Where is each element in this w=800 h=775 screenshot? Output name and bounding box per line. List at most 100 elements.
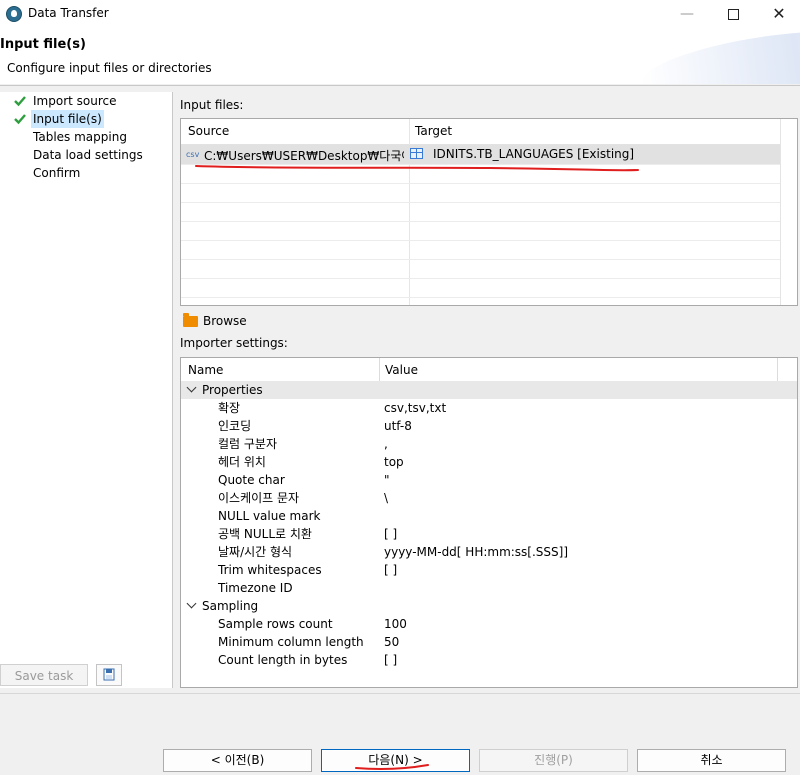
property-value[interactable]: [ ] [384, 651, 397, 669]
group-row-sampling[interactable]: Sampling [181, 597, 797, 615]
table-row [181, 240, 781, 260]
property-name: 이스케이프 문자 [218, 491, 300, 505]
app-icon [6, 6, 22, 22]
property-value[interactable]: [ ] [384, 525, 397, 543]
back-button[interactable]: < 이전(B) [163, 749, 312, 772]
importer-settings-label: Importer settings: [180, 336, 288, 350]
nav-item-label: Confirm [33, 166, 81, 180]
next-button[interactable]: 다음(N) > [321, 749, 470, 772]
property-row[interactable]: 헤더 위치 top [181, 453, 797, 471]
property-row[interactable]: 이스케이프 문자 \ [181, 489, 797, 507]
source-cell: C:₩Users₩USER₩Desktop₩다국어... [204, 149, 404, 163]
property-name: Trim whitespaces [218, 563, 322, 577]
property-name: Sample rows count [218, 617, 333, 631]
property-name: 컬럼 구분자 [218, 437, 278, 451]
title-bar: Data Transfer — ✕ [0, 0, 800, 28]
header-decoration [637, 28, 800, 84]
chevron-down-icon[interactable] [186, 598, 197, 609]
property-row[interactable]: Minimum column length 50 [181, 633, 797, 651]
save-task-icon-button[interactable] [96, 664, 122, 686]
nav-item-label: Input file(s) [31, 110, 104, 128]
property-value[interactable]: yyyy-MM-dd[ HH:mm:ss[.SSS]] [384, 543, 568, 561]
save-task-button[interactable]: Save task [0, 664, 88, 686]
column-header-source[interactable]: Source [188, 124, 229, 138]
chevron-down-icon[interactable] [186, 382, 197, 393]
maximize-button[interactable] [710, 0, 756, 28]
property-name: 공백 NULL로 치환 [218, 527, 312, 541]
window-title: Data Transfer [28, 6, 109, 20]
column-divider [777, 358, 778, 382]
property-row[interactable]: 인코딩 utf-8 [181, 417, 797, 435]
property-name: NULL value mark [218, 509, 321, 523]
check-icon [14, 114, 26, 125]
property-name: Count length in bytes [218, 653, 348, 667]
property-name: 인코딩 [218, 419, 252, 433]
property-name: 확장 [218, 401, 241, 415]
property-row[interactable]: 날짜/시간 형식 yyyy-MM-dd[ HH:mm:ss[.SSS]] [181, 543, 797, 561]
cancel-button[interactable]: 취소 [637, 749, 786, 772]
group-label: Sampling [202, 599, 259, 613]
table-row [181, 278, 781, 298]
property-value[interactable]: " [384, 471, 390, 489]
property-row[interactable]: Quote char " [181, 471, 797, 489]
save-task-icon [103, 668, 115, 681]
property-value[interactable]: top [384, 453, 404, 471]
vertical-scrollbar[interactable] [780, 119, 797, 305]
header-divider [0, 85, 800, 86]
input-files-label: Input files: [180, 98, 244, 112]
target-cell: IDNITS.TB_LANGUAGES [Existing] [433, 147, 635, 161]
property-row[interactable]: Trim whitespaces [ ] [181, 561, 797, 579]
property-value[interactable]: [ ] [384, 561, 397, 579]
minimize-button[interactable]: — [664, 0, 710, 28]
column-header-name[interactable]: Name [188, 363, 223, 377]
wizard-header: Input file(s) Configure input files or d… [0, 28, 800, 84]
input-files-table[interactable]: Source Target csv C:₩Users₩USER₩Desktop₩… [180, 118, 798, 306]
property-row[interactable]: Count length in bytes [ ] [181, 651, 797, 669]
property-value[interactable]: utf-8 [384, 417, 412, 435]
table-row[interactable]: csv C:₩Users₩USER₩Desktop₩다국어... IDNITS.… [181, 145, 781, 165]
footer-divider [0, 693, 800, 694]
property-name: 헤더 위치 [218, 455, 266, 469]
property-value[interactable]: 50 [384, 633, 399, 651]
table-row [181, 259, 781, 279]
property-row[interactable]: Timezone ID [181, 579, 797, 597]
property-row[interactable]: Sample rows count 100 [181, 615, 797, 633]
close-button[interactable]: ✕ [756, 0, 800, 28]
proceed-button[interactable]: 진행(P) [479, 749, 628, 772]
nav-item-label: Import source [33, 94, 117, 108]
table-icon [410, 148, 423, 159]
table-row [181, 183, 781, 203]
property-value[interactable]: , [384, 435, 388, 453]
browse-label: Browse [203, 314, 247, 328]
property-value[interactable]: \ [384, 489, 388, 507]
check-icon [14, 96, 26, 107]
property-name: Timezone ID [218, 581, 293, 595]
csv-file-icon: csv [186, 150, 200, 159]
table-header: Name Value [181, 358, 797, 383]
column-header-target[interactable]: Target [415, 124, 452, 138]
group-row-properties[interactable]: Properties [181, 381, 797, 399]
property-row[interactable]: NULL value mark [181, 507, 797, 525]
page-title: Input file(s) [0, 37, 86, 52]
table-row [181, 221, 781, 241]
wizard-steps-nav: Import source Input file(s) Tables mappi… [0, 92, 173, 688]
page-description: Configure input files or directories [7, 61, 212, 75]
property-name: 날짜/시간 형식 [218, 545, 293, 559]
nav-item-label: Data load settings [33, 148, 143, 162]
property-name: Quote char [218, 473, 285, 487]
column-header-value[interactable]: Value [385, 363, 418, 377]
table-row [181, 202, 781, 222]
property-row[interactable]: 공백 NULL로 치환 [ ] [181, 525, 797, 543]
property-row[interactable]: 확장 csv,tsv,txt [181, 399, 797, 417]
group-label: Properties [202, 383, 263, 397]
property-row[interactable]: 컬럼 구분자, [181, 435, 797, 453]
table-row [181, 164, 781, 184]
nav-item-label: Tables mapping [33, 130, 127, 144]
table-header: Source Target [181, 119, 797, 145]
folder-icon [183, 313, 198, 327]
maximize-icon [727, 9, 739, 20]
property-value[interactable]: 100 [384, 615, 407, 633]
importer-settings-table[interactable]: Name Value Properties 확장 csv,tsv,txt 인코딩 u… [180, 357, 798, 688]
property-name: Minimum column length [218, 635, 364, 649]
property-value[interactable]: csv,tsv,txt [384, 399, 446, 417]
